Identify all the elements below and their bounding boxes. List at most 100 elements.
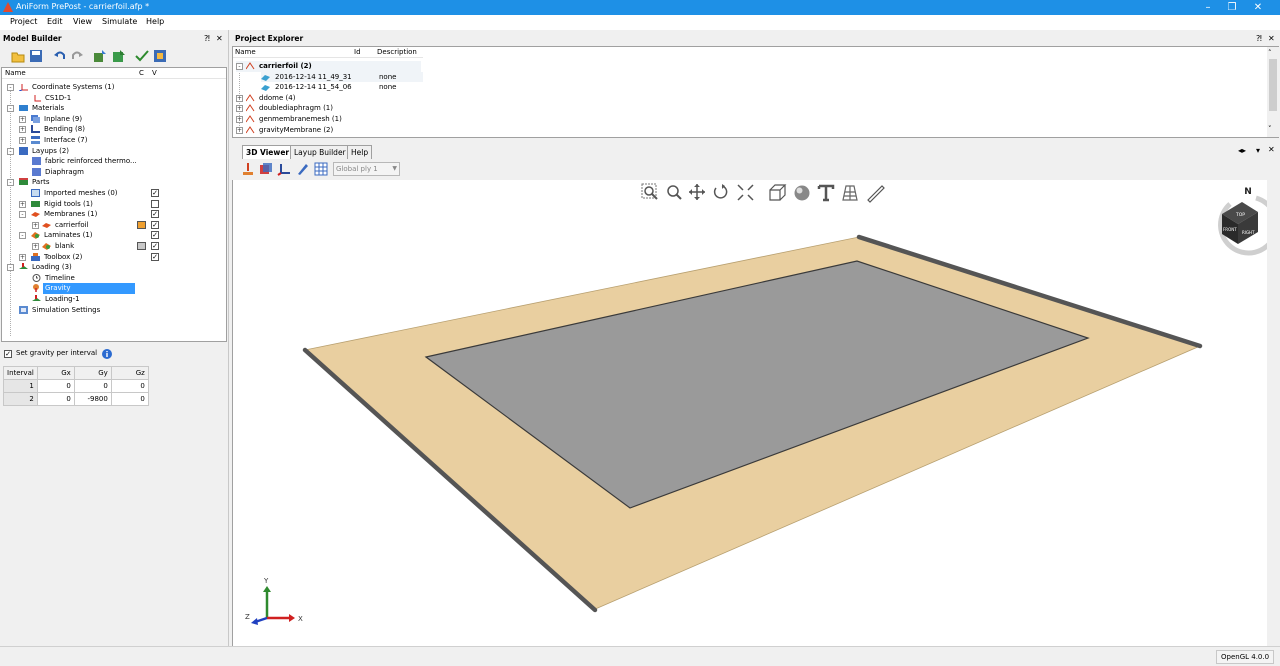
expand-icon[interactable]: + — [19, 115, 26, 123]
check-icon[interactable] — [135, 49, 149, 63]
tree-item-carrierfoil[interactable]: + carrierfoil ✓ — [32, 220, 227, 231]
export-icon[interactable] — [112, 49, 126, 63]
tree-item-laminates[interactable]: - Laminates (1) ✓ — [19, 230, 227, 241]
cell-gy[interactable]: 0 — [73, 379, 112, 393]
tree-item-layups[interactable]: - Layups (2) — [7, 146, 227, 157]
project-item-carrierfoil[interactable]: - carrierfoil (2) — [236, 61, 421, 72]
sphere-icon[interactable] — [794, 185, 810, 201]
tree-item-coordinate-systems[interactable]: - Coordinate Systems (1) — [7, 82, 227, 93]
part-tool-icon[interactable] — [259, 162, 273, 176]
open-folder-icon[interactable] — [11, 49, 25, 63]
scrollbar-thumb[interactable] — [1269, 59, 1277, 111]
project-item-run-2[interactable]: 2016-12-14 11_54_06 none — [261, 82, 423, 93]
collapse-icon[interactable]: - — [236, 63, 243, 70]
collapse-icon[interactable]: - — [7, 264, 14, 272]
carrierfoil-color-swatch[interactable] — [137, 220, 146, 229]
close-panel-icon[interactable]: ✕ — [1268, 32, 1275, 45]
tab-scroll-icon[interactable]: ◂▸ — [1238, 146, 1246, 155]
gravity-tool-icon[interactable] — [241, 162, 255, 176]
info-icon[interactable] — [102, 349, 112, 359]
tree-item-toolbox[interactable]: + Toolbox (2) ✓ — [19, 252, 227, 263]
collapse-icon[interactable]: - — [7, 105, 14, 113]
axes-tool-icon[interactable] — [277, 162, 291, 176]
3d-viewport[interactable]: N E TOP FRONT RIGHT Y X Z — [232, 180, 1268, 646]
pin-icon[interactable]: ⁈ — [1256, 32, 1262, 45]
vertical-scrollbar[interactable]: ˄ ˅ — [1267, 47, 1279, 137]
collapse-icon[interactable]: - — [19, 232, 26, 240]
tree-item-blank[interactable]: + blank ✓ — [32, 241, 227, 252]
run-icon[interactable] — [153, 49, 167, 63]
expand-icon[interactable]: + — [32, 221, 39, 229]
tab-layup-builder[interactable]: Layup Builder — [290, 145, 350, 159]
collapse-icon[interactable]: - — [7, 179, 14, 187]
expand-icon[interactable]: + — [19, 137, 26, 144]
menu-edit[interactable]: Edit — [47, 17, 63, 26]
visible-checkbox[interactable]: ✓ — [151, 242, 159, 250]
expand-icon[interactable]: + — [19, 126, 26, 134]
blank-color-swatch[interactable] — [137, 242, 146, 250]
col-name[interactable]: Name — [235, 47, 256, 58]
cell-gz[interactable]: 0 — [110, 392, 149, 406]
fit-icon[interactable] — [737, 184, 754, 201]
collapse-icon[interactable]: - — [7, 84, 14, 91]
gravity-per-interval-checkbox[interactable]: ✓ — [4, 350, 12, 358]
zoom-icon[interactable] — [667, 185, 682, 200]
menu-help[interactable]: Help — [146, 17, 164, 26]
expand-icon[interactable]: + — [19, 200, 26, 208]
menu-simulate[interactable]: Simulate — [102, 17, 137, 26]
menu-project[interactable]: Project — [10, 17, 37, 26]
collapse-icon[interactable]: - — [19, 211, 26, 219]
tab-3d-viewer[interactable]: 3D Viewer — [242, 145, 294, 159]
zoom-region-icon[interactable] — [641, 183, 658, 200]
expand-icon[interactable]: + — [236, 116, 243, 123]
expand-icon[interactable]: + — [19, 253, 26, 261]
tab-menu-icon[interactable]: ▾ — [1256, 146, 1260, 155]
menu-view[interactable]: View — [73, 17, 92, 26]
cell-gz[interactable]: 0 — [110, 379, 149, 393]
visible-checkbox[interactable]: ✓ — [151, 189, 159, 197]
scroll-down-icon[interactable]: ˅ — [1268, 125, 1272, 133]
measure-icon[interactable] — [867, 185, 885, 203]
cell-gx[interactable]: 0 — [36, 379, 75, 393]
visible-checkbox[interactable]: ✓ — [151, 220, 159, 229]
tree-item-imported-meshes[interactable]: Imported meshes (0) ✓ — [19, 188, 227, 199]
visible-checkbox[interactable] — [151, 199, 159, 208]
3d-scene[interactable]: N E TOP FRONT RIGHT Y X Z — [233, 180, 1268, 646]
import-icon[interactable] — [93, 49, 107, 63]
ply-grid-icon[interactable] — [314, 162, 328, 176]
visible-checkbox[interactable]: ✓ — [151, 252, 159, 261]
tree-item-rigid-tools[interactable]: + Rigid tools (1) — [19, 199, 227, 210]
expand-icon[interactable]: + — [236, 126, 243, 134]
collapse-icon[interactable]: - — [7, 147, 14, 155]
box-icon[interactable] — [769, 184, 787, 201]
cell-gy[interactable]: -9800 — [73, 392, 112, 406]
redo-icon[interactable] — [70, 49, 84, 63]
undo-icon[interactable] — [53, 49, 67, 63]
pencil-icon[interactable] — [296, 162, 310, 176]
ply-select[interactable]: Global ply 1 ▼ — [333, 162, 400, 176]
col-id[interactable]: Id — [354, 47, 361, 58]
close-tab-icon[interactable]: ✕ — [1268, 145, 1275, 154]
col-description[interactable]: Description — [377, 47, 417, 58]
close-panel-icon[interactable]: ✕ — [216, 32, 223, 45]
tree-item-parts[interactable]: - Parts — [7, 177, 227, 188]
col-v[interactable]: V — [152, 68, 157, 79]
text-icon[interactable] — [817, 184, 835, 202]
tree-item-materials[interactable]: - Materials — [7, 103, 227, 114]
mesh-icon[interactable] — [842, 185, 858, 201]
pan-icon[interactable] — [689, 184, 705, 200]
restore-icon[interactable]: ❐ — [1220, 0, 1244, 15]
col-name[interactable]: Name — [5, 68, 26, 79]
tab-help[interactable]: Help — [347, 145, 373, 159]
visible-checkbox[interactable]: ✓ — [151, 210, 159, 219]
expand-icon[interactable]: + — [236, 105, 243, 113]
visible-checkbox[interactable]: ✓ — [151, 231, 159, 240]
rotate-icon[interactable] — [713, 184, 728, 199]
project-item-run-1[interactable]: 2016-12-14 11_49_31 none — [261, 71, 423, 83]
tree-item-membranes[interactable]: - Membranes (1) ✓ — [19, 209, 227, 220]
scroll-up-icon[interactable]: ˄ — [1268, 49, 1272, 57]
close-icon[interactable]: ✕ — [1246, 0, 1270, 15]
pin-icon[interactable]: ⁈ — [204, 32, 210, 45]
cell-gx[interactable]: 0 — [36, 392, 75, 406]
save-icon[interactable] — [29, 49, 43, 63]
